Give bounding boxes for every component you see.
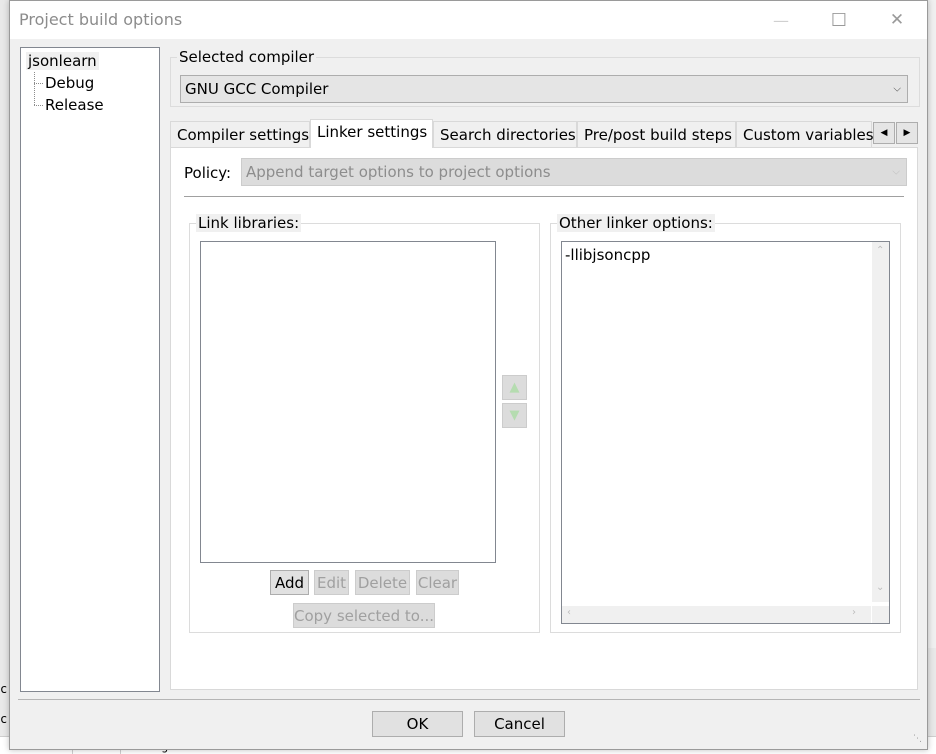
edit-library-button[interactable]: Edit: [314, 570, 349, 595]
tree-item-release[interactable]: Release: [45, 96, 104, 114]
separator: [184, 196, 904, 197]
tab-pre-post-build-steps[interactable]: Pre/post build steps: [577, 121, 736, 147]
tree-connector: [34, 105, 43, 106]
link-libraries-label: Link libraries:: [196, 214, 302, 232]
linker-settings-panel: Policy: Append target options to project…: [170, 147, 918, 690]
minimize-button[interactable]: —: [752, 1, 810, 39]
tab-custom-variables[interactable]: Custom variables: [736, 121, 874, 147]
cancel-button[interactable]: Cancel: [474, 711, 565, 737]
title-bar[interactable]: Project build options — ☐ ✕: [10, 1, 927, 39]
tree-item-project[interactable]: jsonlearn: [26, 52, 99, 70]
scroll-corner: [872, 606, 889, 623]
copy-selected-to-button[interactable]: Copy selected to...: [293, 603, 435, 628]
separator: [18, 699, 920, 700]
tab-scroll-left-button[interactable]: ◀: [873, 122, 895, 144]
tab-search-directories[interactable]: Search directories: [433, 121, 577, 147]
tree-connector: [34, 72, 35, 105]
chevron-down-icon: ⌄: [876, 582, 885, 593]
maximize-icon: ☐: [830, 9, 848, 31]
other-linker-options-label: Other linker options:: [557, 214, 715, 232]
background-text: c: [0, 712, 8, 726]
move-up-button[interactable]: ▲: [502, 375, 527, 400]
tab-compiler-settings[interactable]: Compiler settings: [170, 121, 310, 147]
chevron-down-icon: ⌵: [892, 166, 900, 178]
compiler-select-value: GNU GCC Compiler: [185, 80, 329, 98]
link-libraries-list[interactable]: [200, 241, 496, 563]
clear-libraries-button[interactable]: Clear: [416, 570, 459, 595]
selected-compiler-label: Selected compiler: [177, 48, 317, 66]
close-button[interactable]: ✕: [868, 1, 926, 39]
arrow-down-icon: ▼: [509, 408, 520, 423]
maximize-button[interactable]: ☐: [810, 1, 868, 39]
policy-label: Policy:: [184, 164, 232, 182]
delete-library-button[interactable]: Delete: [355, 570, 410, 595]
chevron-left-icon: ‹: [567, 607, 571, 618]
compiler-select[interactable]: GNU GCC Compiler ⌵: [180, 75, 908, 103]
window-title: Project build options: [19, 10, 183, 29]
minimize-icon: —: [773, 10, 789, 30]
policy-select[interactable]: Append target options to project options…: [241, 158, 907, 186]
close-icon: ✕: [889, 10, 905, 30]
arrow-up-icon: ▲: [509, 380, 520, 395]
vertical-scrollbar[interactable]: ⌃ ⌄: [872, 242, 889, 602]
resize-grip-icon[interactable]: ⋱: [913, 735, 925, 747]
target-tree[interactable]: jsonlearn Debug Release: [20, 47, 160, 692]
tree-item-debug[interactable]: Debug: [45, 74, 94, 92]
chevron-up-icon: ⌃: [876, 245, 885, 256]
tree-connector: [34, 83, 43, 84]
background-text: c: [0, 682, 8, 696]
policy-select-value: Append target options to project options: [246, 163, 551, 181]
horizontal-scrollbar[interactable]: ‹ ›: [562, 606, 871, 623]
chevron-down-icon: ⌵: [893, 83, 901, 95]
settings-tabs: Compiler settings Linker settings Search…: [170, 119, 920, 148]
tab-linker-settings[interactable]: Linker settings: [310, 119, 433, 148]
other-linker-options-value: -llibjsoncpp: [565, 246, 651, 264]
other-linker-options-textarea[interactable]: -llibjsoncpp ⌃ ⌄ ‹ ›: [561, 241, 890, 624]
chevron-right-icon: ›: [852, 607, 856, 618]
arrow-right-icon: ▶: [903, 128, 911, 138]
arrow-left-icon: ◀: [880, 128, 888, 138]
project-build-options-dialog: Project build options — ☐ ✕ jsonlearn De…: [9, 0, 928, 750]
ok-button[interactable]: OK: [372, 711, 463, 737]
tab-scroll-right-button[interactable]: ▶: [896, 122, 918, 144]
move-down-button[interactable]: ▼: [502, 403, 527, 428]
add-library-button[interactable]: Add: [270, 570, 309, 595]
